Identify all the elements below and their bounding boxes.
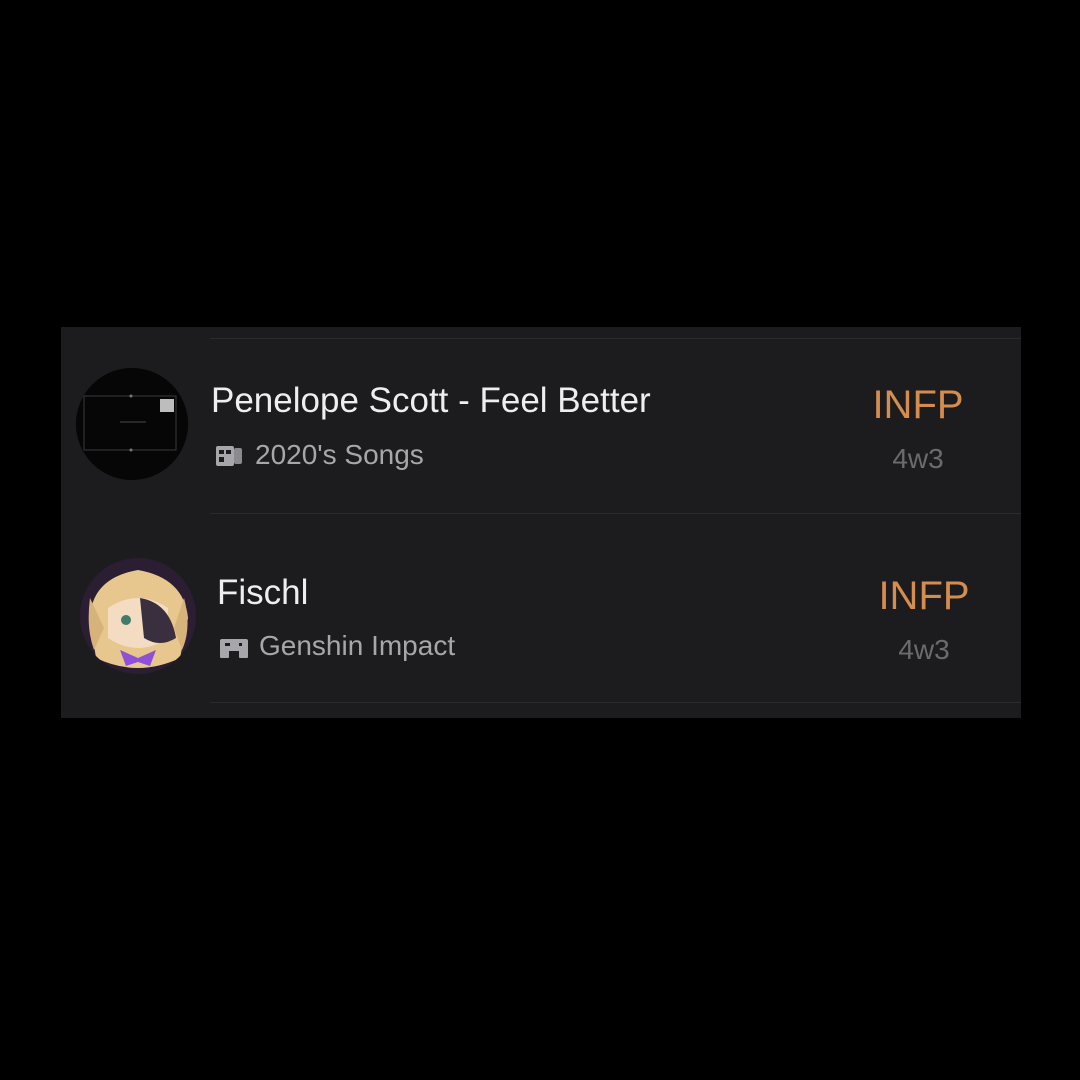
profile-category[interactable]: 2020's Songs bbox=[215, 439, 424, 471]
profile-title[interactable]: Penelope Scott - Feel Better bbox=[211, 381, 651, 421]
category-label: 2020's Songs bbox=[255, 439, 424, 470]
enneagram-type: 4w3 bbox=[898, 634, 950, 665]
screen: Penelope Scott - Feel Better 2020's Song… bbox=[0, 0, 1080, 1080]
music-album-icon bbox=[215, 443, 245, 467]
divider bbox=[210, 702, 1021, 703]
profile-list: Penelope Scott - Feel Better 2020's Song… bbox=[61, 327, 1021, 718]
gamepad-icon bbox=[219, 634, 249, 658]
category-label: Genshin Impact bbox=[259, 630, 456, 661]
mbti-type: INFP bbox=[878, 574, 970, 618]
profile-category[interactable]: Genshin Impact bbox=[219, 630, 455, 662]
list-item[interactable]: Penelope Scott - Feel Better 2020's Song… bbox=[61, 327, 1021, 514]
list-item[interactable]: Fischl Genshin Impact INFP 4w3 bbox=[61, 514, 1021, 718]
profile-title[interactable]: Fischl bbox=[217, 573, 308, 613]
avatar bbox=[80, 558, 196, 674]
avatar bbox=[76, 368, 188, 480]
character-portrait-icon bbox=[80, 558, 196, 674]
video-thumbnail-icon bbox=[76, 368, 188, 480]
mbti-type: INFP bbox=[872, 383, 964, 427]
enneagram-type: 4w3 bbox=[892, 443, 944, 474]
